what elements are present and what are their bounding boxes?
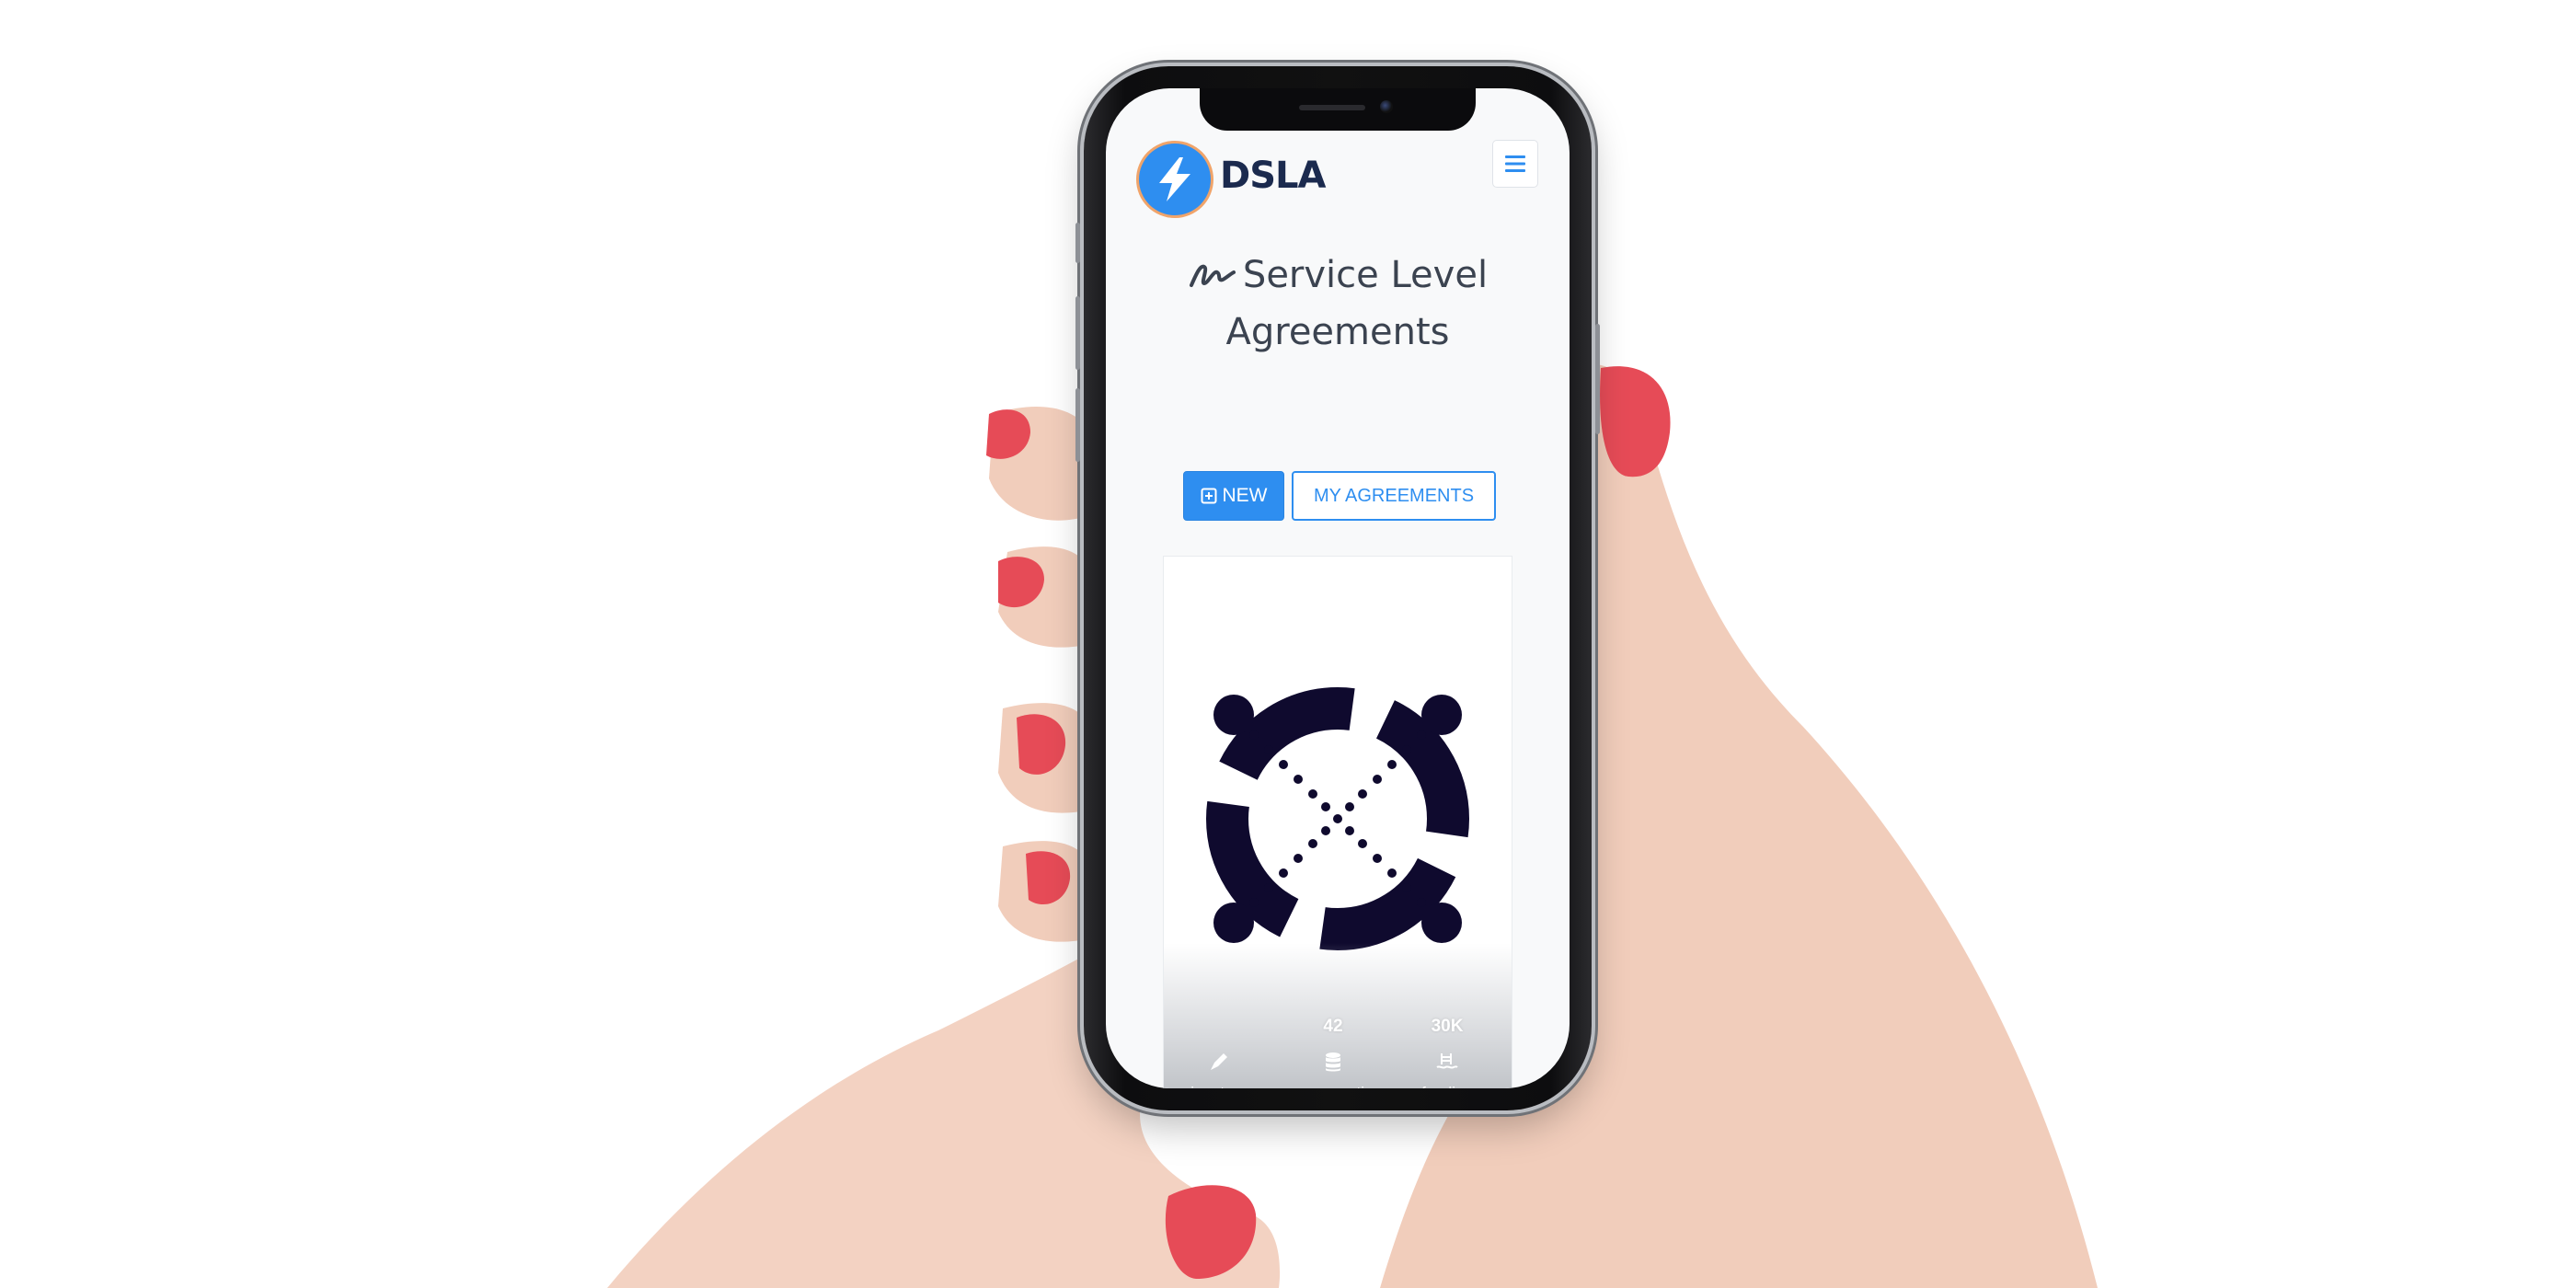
card-stats-footer: signatures 42 compensation 30K [1164, 943, 1512, 1088]
stat-value [1164, 1017, 1274, 1037]
new-button-label: NEW [1222, 485, 1268, 506]
scene: DSLA Service Level Agreements NEW MY AGR… [0, 0, 2576, 1288]
stat-signatures: signatures [1164, 1017, 1274, 1088]
hamburger-menu-icon [1505, 155, 1525, 172]
new-agreement-button[interactable]: NEW [1183, 471, 1284, 521]
phone-volume-up [1075, 296, 1080, 370]
front-camera [1380, 100, 1393, 113]
elrond-logo-icon [1206, 687, 1469, 950]
brand-name[interactable]: DSLA [1220, 155, 1326, 197]
pool-icon [1436, 1053, 1458, 1069]
phone-volume-down [1075, 388, 1080, 462]
page-title: Service Level Agreements [1124, 247, 1551, 361]
action-buttons: NEW MY AGREEMENTS [1106, 471, 1570, 523]
coins-icon [1326, 1052, 1340, 1072]
stat-value: 30K [1431, 1017, 1464, 1036]
brand-logo[interactable] [1139, 144, 1211, 215]
agreement-card[interactable]: signatures 42 compensation 30K [1163, 556, 1512, 1088]
phone-device: DSLA Service Level Agreements NEW MY AGR… [1075, 66, 1600, 1110]
phone-notch [1200, 88, 1476, 131]
stat-funding: 30K funding [1392, 1017, 1502, 1088]
phone-power-button [1595, 324, 1600, 434]
stat-label: compensation [1278, 1084, 1388, 1088]
lightning-bolt-icon [1159, 157, 1190, 201]
menu-toggle-button[interactable] [1492, 140, 1538, 188]
phone-mute-switch [1075, 223, 1080, 263]
page-title-text: Service Level Agreements [1225, 254, 1489, 353]
my-agreements-button[interactable]: MY AGREEMENTS [1292, 471, 1496, 521]
stat-value: 42 [1323, 1017, 1343, 1036]
stat-label: funding [1392, 1084, 1502, 1088]
speaker-grille [1299, 105, 1365, 110]
phone-screen: DSLA Service Level Agreements NEW MY AGR… [1106, 88, 1570, 1088]
signature-icon [1189, 264, 1236, 287]
stat-label: signatures [1164, 1084, 1274, 1088]
stat-compensation: 42 compensation [1278, 1017, 1388, 1088]
right-thumb-nail [1600, 366, 1671, 477]
plus-square-icon [1201, 488, 1216, 504]
pen-icon [1211, 1053, 1227, 1070]
